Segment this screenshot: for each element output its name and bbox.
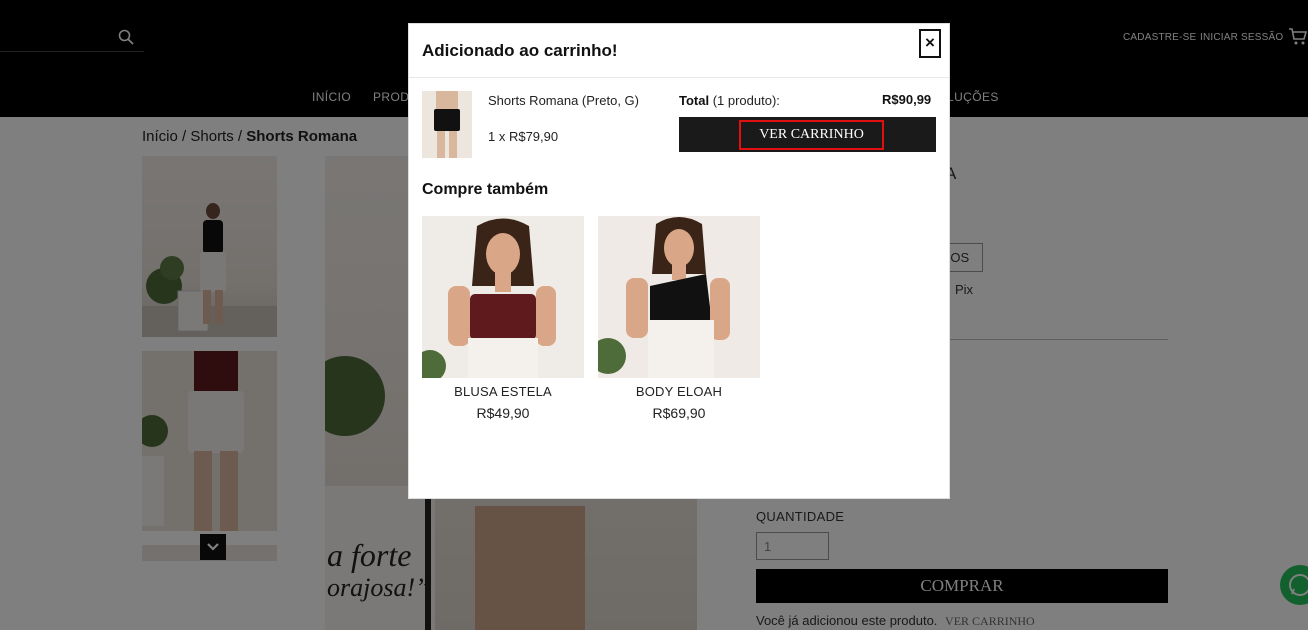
cart-item-name: Shorts Romana (Preto, G) [488,93,639,108]
recommendation-card[interactable]: BODY ELOAH R$69,90 [598,216,760,421]
total-count: (1 produto): [709,93,780,108]
cart-item-quantity-price: 1 x R$79,90 [488,129,559,144]
modal-title: Adicionado ao carrinho! [422,41,618,60]
cart-item-thumbnail [422,91,472,158]
recommendation-image[interactable] [598,216,760,378]
recommendation-card[interactable]: BLUSA ESTELA R$49,90 [422,216,584,421]
view-cart-button-label[interactable]: VER CARRINHO [739,120,884,150]
recommendation-price: R$49,90 [476,405,530,421]
close-button[interactable]: × [919,29,941,58]
view-cart-button[interactable]: VER CARRINHO [679,117,936,152]
modal-header: Adicionado ao carrinho! × [409,24,949,78]
total-label: Total (1 produto): [679,93,780,108]
total-label-bold: Total [679,93,710,108]
added-to-cart-modal: Adicionado ao carrinho! × Shorts Romana … [408,23,950,499]
total-value: R$90,99 [882,92,932,107]
recommendation-image[interactable] [422,216,584,378]
recommendation-name[interactable]: BODY ELOAH [598,384,760,399]
recommendation-name[interactable]: BLUSA ESTELA [422,384,584,399]
recommendation-price: R$69,90 [652,405,706,421]
also-buy-title: Compre também [422,181,549,198]
